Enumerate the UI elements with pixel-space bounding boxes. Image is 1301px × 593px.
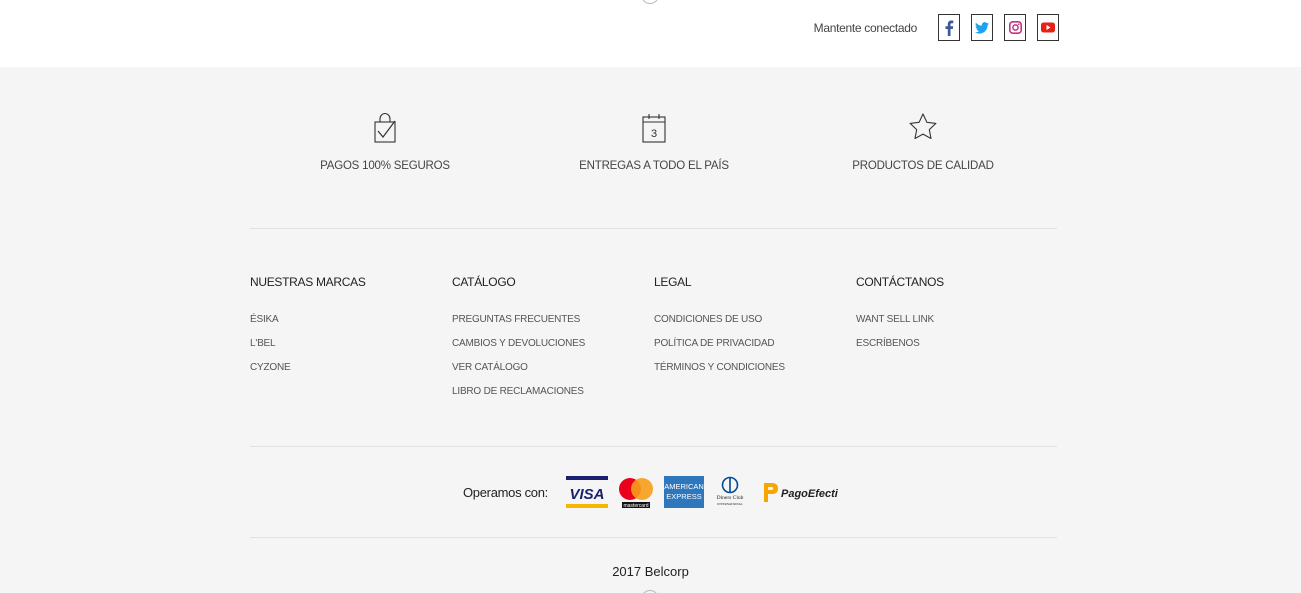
mastercard-logo: mastercard bbox=[618, 475, 654, 509]
divider bbox=[250, 228, 1057, 229]
column-brands: NUESTRAS MARCAS ÉSIKA L'BEL CYZONE bbox=[250, 275, 450, 386]
link-want-sell[interactable]: WANT SELL LINK bbox=[856, 314, 1056, 328]
svg-text:VISA: VISA bbox=[569, 486, 604, 503]
svg-text:AMERICAN: AMERICAN bbox=[664, 482, 704, 491]
calendar-number: 3 bbox=[651, 128, 657, 140]
divider bbox=[250, 537, 1057, 538]
diners-club-logo: Diners Club INTERNATIONAL bbox=[714, 476, 746, 508]
link-lbel[interactable]: L'BEL bbox=[250, 338, 450, 352]
column-catalog: CATÁLOGO PREGUNTAS FRECUENTES CAMBIOS Y … bbox=[452, 275, 652, 410]
link-write-us[interactable]: ESCRÍBENOS bbox=[856, 338, 1056, 352]
svg-text:mastercard: mastercard bbox=[623, 503, 648, 509]
link-returns[interactable]: CAMBIOS Y DEVOLUCIONES bbox=[452, 338, 652, 352]
scroll-circle-icon bbox=[641, 0, 659, 4]
svg-text:PagoEfectivo: PagoEfectivo bbox=[781, 488, 838, 500]
facebook-icon bbox=[945, 20, 954, 36]
visa-logo: VISA bbox=[565, 475, 608, 509]
feature-secure-payments: PAGOS 100% SEGUROS bbox=[265, 112, 505, 172]
twitter-icon bbox=[975, 21, 989, 34]
top-bar: Mantente conectado bbox=[0, 0, 1301, 67]
link-faq[interactable]: PREGUNTAS FRECUENTES bbox=[452, 314, 652, 328]
feature-quality-products: PRODUCTOS DE CALIDAD bbox=[803, 112, 1043, 172]
feature-nationwide-delivery: 3 ENTREGAS A TODO EL PAÍS bbox=[534, 112, 774, 172]
feature-label: PAGOS 100% SEGUROS bbox=[320, 160, 450, 172]
link-terms-conditions[interactable]: TÉRMINOS Y CONDICIONES bbox=[654, 362, 854, 376]
payments-label: Operamos con: bbox=[463, 484, 548, 500]
facebook-button[interactable] bbox=[938, 14, 960, 41]
svg-text:Diners Club: Diners Club bbox=[717, 495, 744, 501]
copyright: 2017 Belcorp bbox=[612, 564, 689, 579]
star-icon bbox=[909, 113, 937, 140]
column-title: CONTÁCTANOS bbox=[856, 275, 944, 289]
feature-label: ENTREGAS A TODO EL PAÍS bbox=[579, 160, 729, 172]
svg-text:INTERNATIONAL: INTERNATIONAL bbox=[717, 502, 743, 506]
instagram-button[interactable] bbox=[1004, 14, 1026, 41]
column-title: NUESTRAS MARCAS bbox=[250, 275, 366, 289]
twitter-button[interactable] bbox=[971, 14, 993, 41]
column-title: CATÁLOGO bbox=[452, 275, 516, 289]
footer: PAGOS 100% SEGUROS 3 ENTREGAS A TODO EL … bbox=[0, 67, 1301, 593]
svg-text:EXPRESS: EXPRESS bbox=[666, 492, 701, 501]
link-esika[interactable]: ÉSIKA bbox=[250, 314, 450, 328]
pagoefectivo-logo: PagoEfectivo bbox=[762, 480, 838, 504]
calendar-icon: 3 bbox=[642, 114, 666, 143]
link-privacy-policy[interactable]: POLÍTICA DE PRIVACIDAD bbox=[654, 338, 854, 352]
youtube-button[interactable] bbox=[1037, 14, 1059, 41]
american-express-logo: AMERICAN EXPRESS bbox=[663, 476, 704, 508]
link-terms-of-use[interactable]: CONDICIONES DE USO bbox=[654, 314, 854, 328]
shopping-bag-check-icon bbox=[374, 112, 396, 143]
link-complaints-book[interactable]: LIBRO DE RECLAMACIONES bbox=[452, 386, 652, 400]
column-legal: LEGAL CONDICIONES DE USO POLÍTICA DE PRI… bbox=[654, 275, 854, 386]
column-title: LEGAL bbox=[654, 275, 692, 289]
feature-label: PRODUCTOS DE CALIDAD bbox=[852, 160, 994, 172]
divider bbox=[250, 446, 1057, 447]
payment-methods: Operamos con: VISA mastercard AMERICAN E… bbox=[0, 472, 1301, 512]
social-links: Mantente conectado bbox=[814, 14, 1059, 41]
social-label: Mantente conectado bbox=[813, 20, 918, 35]
link-view-catalog[interactable]: VER CATÁLOGO bbox=[452, 362, 652, 376]
link-cyzone[interactable]: CYZONE bbox=[250, 362, 450, 376]
column-contact: CONTÁCTANOS WANT SELL LINK ESCRÍBENOS bbox=[856, 275, 1056, 362]
features-row: PAGOS 100% SEGUROS 3 ENTREGAS A TODO EL … bbox=[0, 67, 1301, 228]
youtube-icon bbox=[1041, 22, 1055, 33]
instagram-icon bbox=[1008, 21, 1022, 34]
